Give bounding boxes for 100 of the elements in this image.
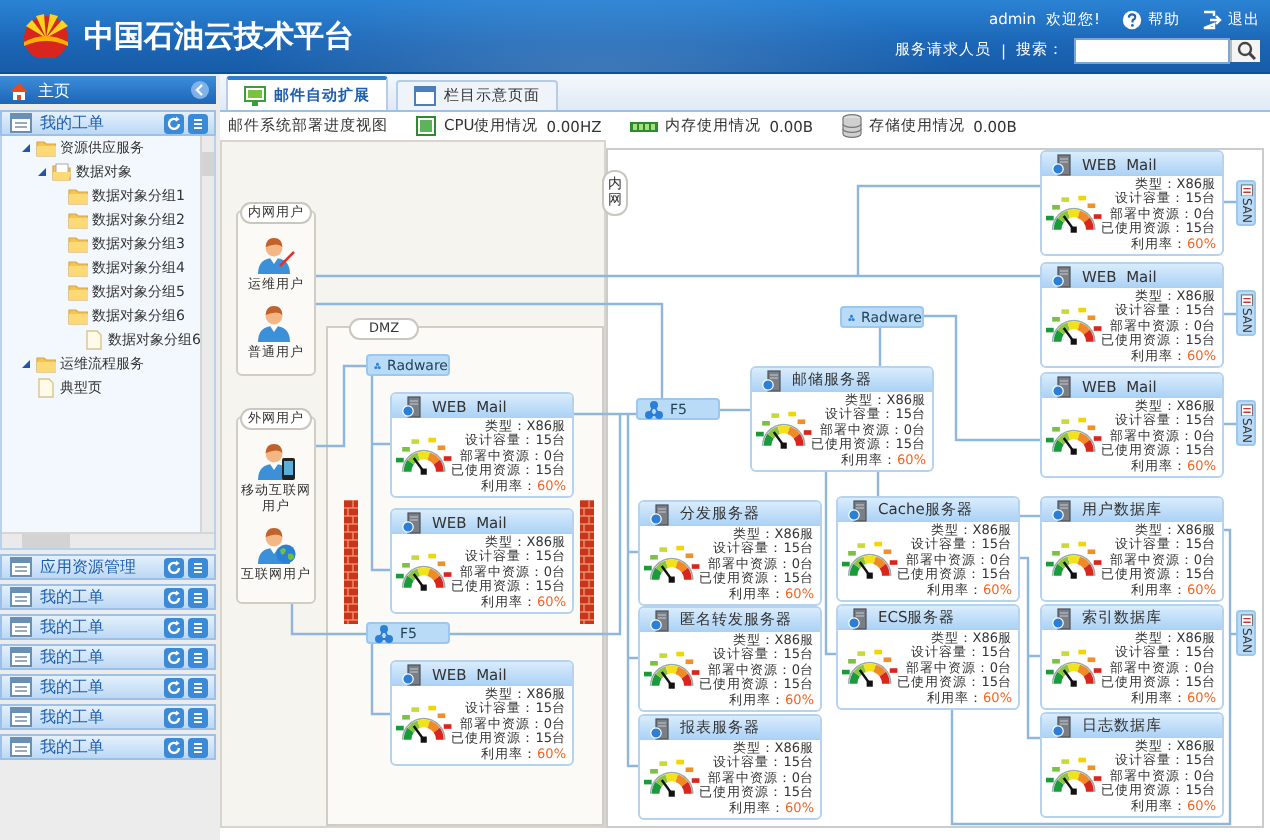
options-button[interactable]	[188, 677, 208, 697]
file-icon	[84, 330, 104, 350]
folder-icon	[36, 354, 56, 374]
connector-line	[1020, 514, 1040, 518]
menu-icon	[188, 617, 208, 637]
collapse-icon	[190, 80, 210, 100]
connector-line	[924, 314, 1040, 442]
app-title: 中国石油云技术平台	[84, 17, 354, 55]
list-icon	[10, 616, 32, 638]
folder-icon	[68, 210, 88, 230]
refresh-button[interactable]	[164, 677, 184, 697]
refresh-button[interactable]	[164, 737, 184, 757]
folder-icon	[68, 186, 88, 206]
storage-icon	[1239, 184, 1253, 197]
panel-title[interactable]: 我的工单	[40, 646, 156, 668]
server-icon	[848, 499, 870, 521]
refresh-button[interactable]	[164, 617, 184, 637]
connector-line	[878, 328, 882, 366]
connector-line	[876, 470, 880, 496]
options-button[interactable]	[188, 707, 208, 727]
brick-wall-drawing	[580, 500, 594, 624]
connector-line	[370, 644, 390, 716]
logout-icon	[1202, 9, 1222, 29]
folder-icon	[68, 306, 88, 326]
options-button[interactable]	[188, 113, 208, 133]
folder-icon	[68, 234, 88, 254]
refresh-icon	[164, 707, 184, 727]
window-icon	[414, 86, 436, 106]
home-bar[interactable]: 主页	[0, 76, 216, 104]
server-icon	[1052, 375, 1074, 397]
refresh-button[interactable]	[164, 707, 184, 727]
refresh-icon	[164, 647, 184, 667]
options-button[interactable]	[188, 587, 208, 607]
refresh-button[interactable]	[164, 557, 184, 577]
server-icon	[402, 511, 424, 533]
person-with-globe-icon	[256, 524, 296, 564]
server-icon	[1052, 153, 1074, 175]
vertical-scrollbar[interactable]	[200, 136, 214, 532]
refresh-button[interactable]	[164, 647, 184, 667]
options-button[interactable]	[188, 647, 208, 667]
list-icon	[10, 706, 32, 728]
storage-icon	[1239, 614, 1253, 627]
folder-icon	[52, 162, 72, 182]
server-icon	[650, 609, 672, 631]
menu-icon	[188, 647, 208, 667]
memory-icon	[629, 117, 658, 135]
network-icon	[374, 623, 394, 643]
home-icon	[8, 79, 30, 101]
nav-title: 主页	[38, 79, 72, 101]
file-icon	[36, 378, 56, 398]
refresh-button[interactable]	[164, 113, 184, 133]
search-button[interactable]	[1230, 39, 1260, 61]
chip-icon	[416, 116, 436, 136]
refresh-icon	[164, 617, 184, 637]
person-icon	[256, 234, 296, 274]
search-field[interactable]	[1074, 37, 1230, 63]
server-icon	[1052, 265, 1074, 287]
server-icon	[402, 395, 424, 417]
list-icon	[10, 736, 32, 758]
panel-title[interactable]: 我的工单	[40, 586, 156, 608]
options-button[interactable]	[188, 617, 208, 637]
panel-title[interactable]: 我的工单	[40, 736, 156, 758]
server-icon	[650, 717, 672, 739]
server-icon	[1052, 715, 1074, 737]
options-button[interactable]	[188, 737, 208, 757]
refresh-icon	[164, 677, 184, 697]
options-button[interactable]	[188, 557, 208, 577]
refresh-icon	[164, 557, 184, 577]
refresh-button[interactable]	[164, 587, 184, 607]
refresh-icon	[164, 587, 184, 607]
storage-icon	[1239, 294, 1253, 307]
server-icon	[1052, 607, 1074, 629]
server-icon	[762, 369, 784, 391]
panel-title[interactable]: 我的工单	[40, 676, 156, 698]
collapse-button[interactable]	[190, 80, 210, 100]
person-with-phone-icon	[256, 440, 296, 480]
server-icon	[1052, 499, 1074, 521]
server-icon	[848, 607, 870, 629]
panel-title[interactable]: 我的工单	[40, 706, 156, 728]
horizontal-scrollbar[interactable]	[2, 532, 214, 548]
server-icon	[402, 663, 424, 685]
server-icon	[650, 503, 672, 525]
panel-title[interactable]: 应用资源管理	[40, 556, 156, 578]
connector-line	[720, 408, 750, 412]
list-icon	[10, 676, 32, 698]
logo-icon	[20, 14, 72, 58]
panel-title[interactable]: 我的工单	[40, 112, 156, 134]
menu-icon	[188, 677, 208, 697]
folder-icon	[36, 138, 56, 158]
database-icon	[841, 114, 862, 138]
folder-icon	[68, 282, 88, 302]
menu-icon	[188, 557, 208, 577]
folder-icon	[68, 258, 88, 278]
storage-icon	[1239, 404, 1253, 417]
monitor-icon	[244, 85, 266, 105]
menu-icon	[188, 737, 208, 757]
network-icon	[644, 399, 664, 419]
refresh-icon	[164, 737, 184, 757]
panel-title[interactable]: 我的工单	[40, 616, 156, 638]
connector-line	[290, 604, 366, 636]
